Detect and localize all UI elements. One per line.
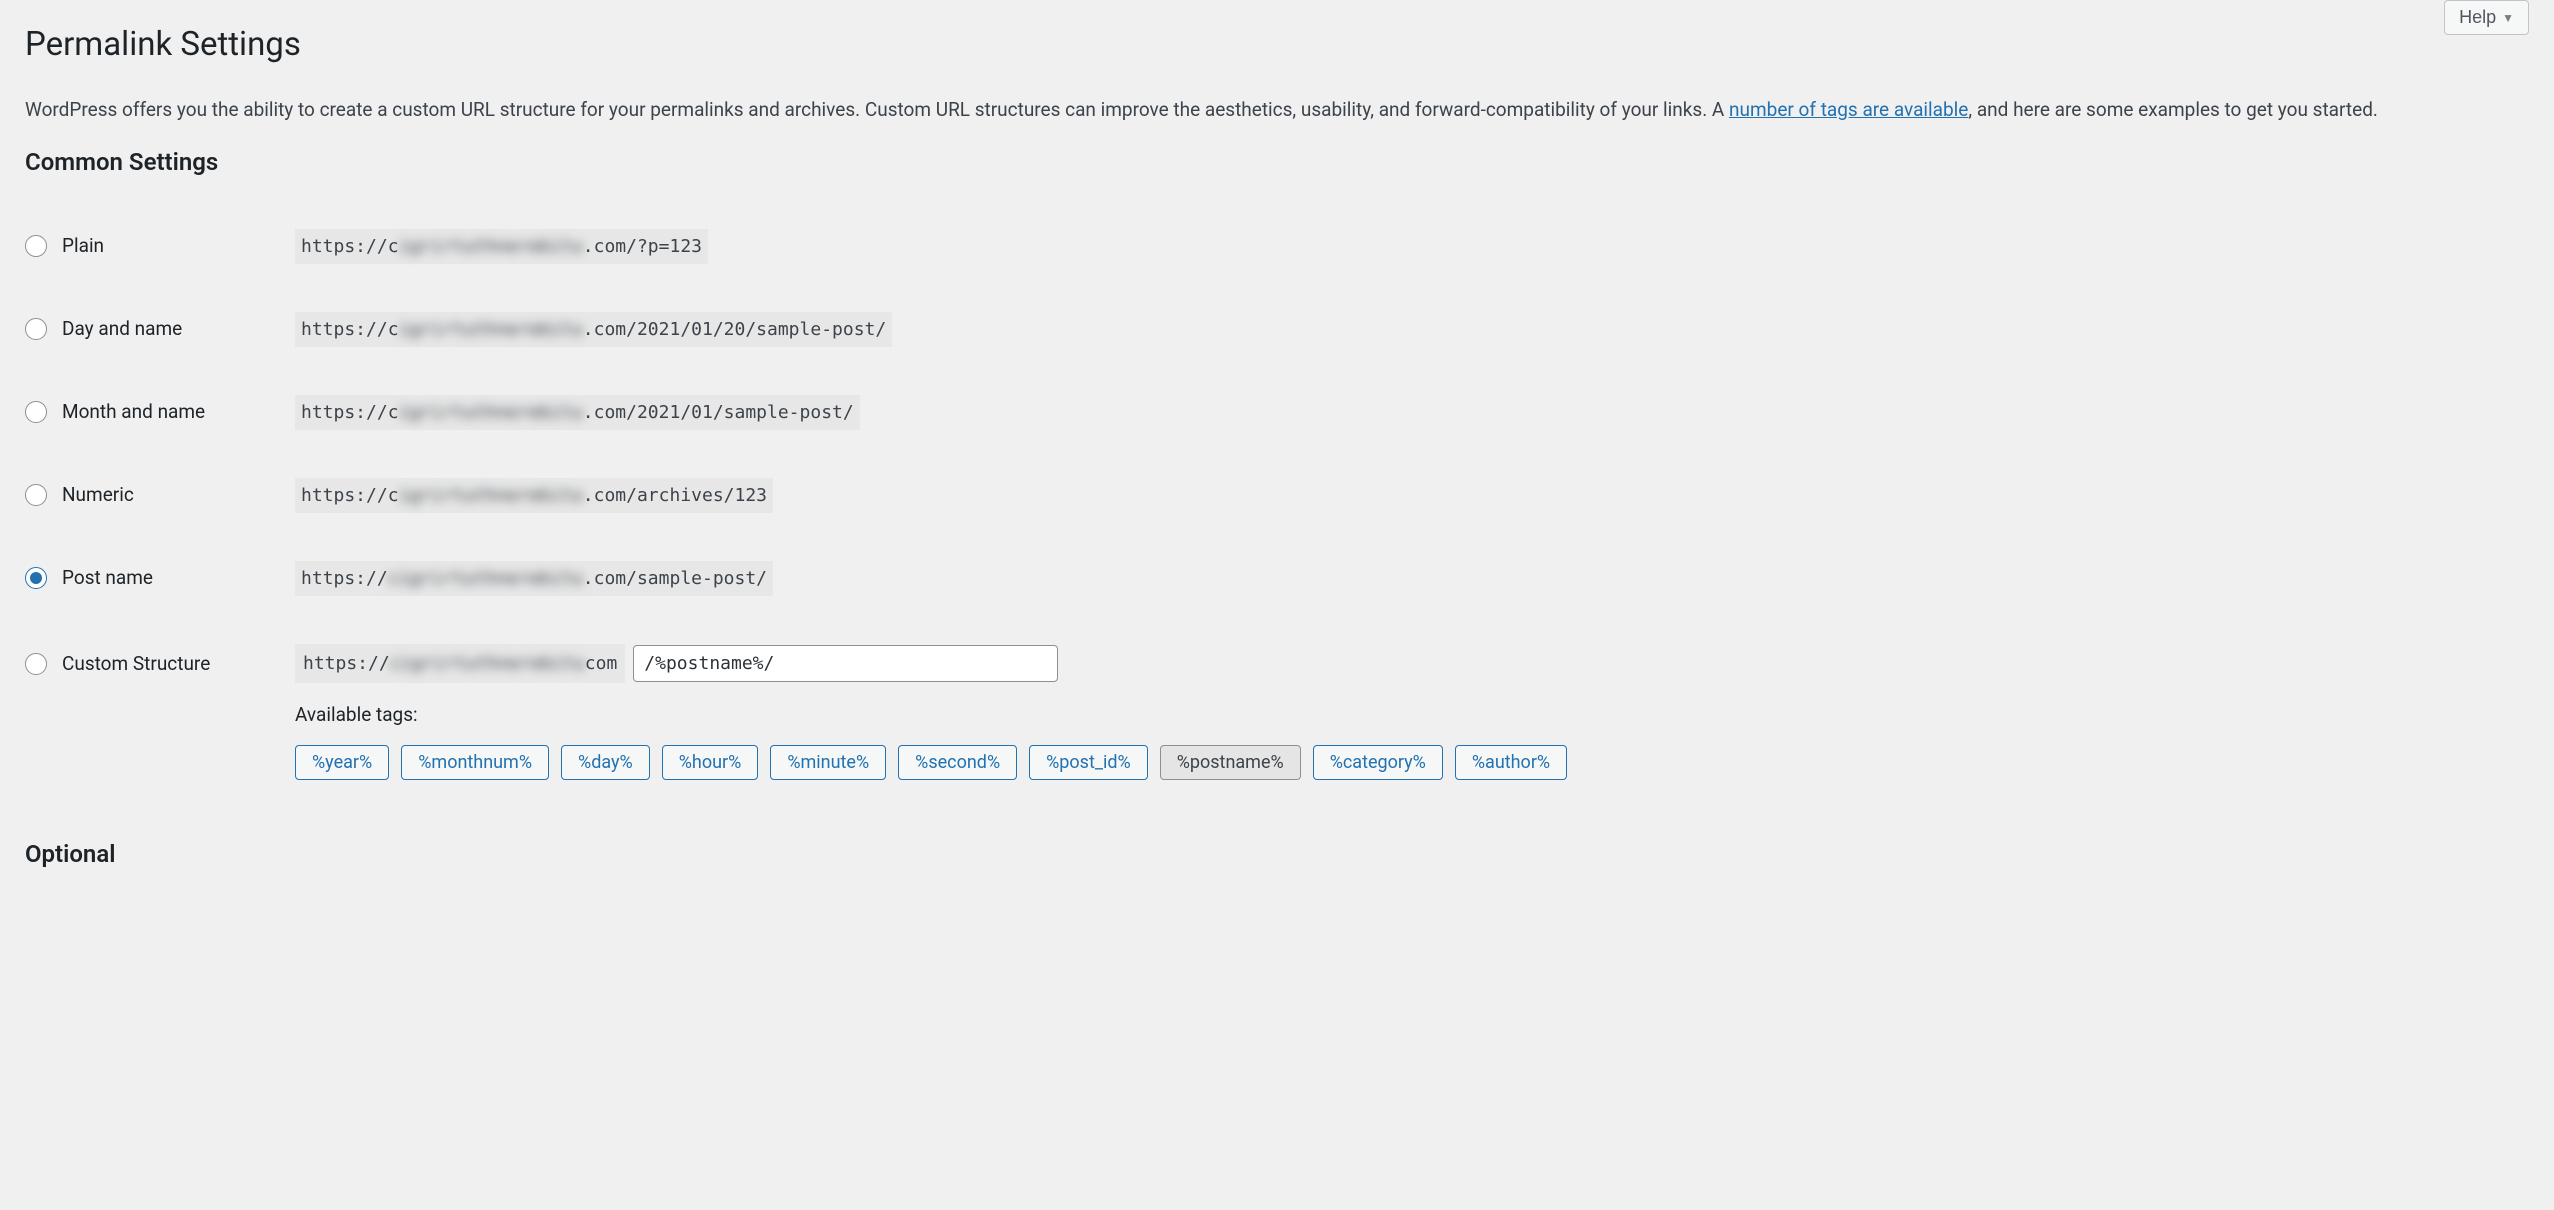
option-row-plain: Plain https://cigrirtuthnerebitu.com/?p=…	[25, 205, 2529, 288]
available-tags-label: Available tags:	[295, 701, 2529, 730]
option-row-numeric: Numeric https://cigrirtuthnerebitu.com/a…	[25, 454, 2529, 537]
page-title: Permalink Settings	[25, 20, 2529, 70]
tag-button-second[interactable]: %second%	[898, 745, 1017, 780]
example-url-plain: https://cigrirtuthnerebitu.com/?p=123	[295, 229, 708, 264]
radio-custom[interactable]	[25, 653, 47, 675]
radio-numeric[interactable]	[25, 484, 47, 506]
tag-button-minute[interactable]: %minute%	[770, 745, 886, 780]
tag-button-hour[interactable]: %hour%	[662, 745, 759, 780]
example-url-post-name: https://cigrirtuthnerebitu.com/sample-po…	[295, 561, 773, 596]
radio-label-numeric[interactable]: Numeric	[62, 481, 134, 510]
tag-button-author[interactable]: %author%	[1455, 745, 1567, 780]
radio-month-name[interactable]	[25, 401, 47, 423]
chevron-down-icon: ▼	[2502, 11, 2514, 25]
option-row-custom: Custom Structure https://cigrirtuthnereb…	[25, 620, 2529, 805]
example-url-numeric: https://cigrirtuthnerebitu.com/archives/…	[295, 478, 773, 513]
custom-structure-input[interactable]	[633, 645, 1058, 682]
option-row-month-name: Month and name https://cigrirtuthnerebit…	[25, 371, 2529, 454]
radio-post-name[interactable]	[25, 567, 47, 589]
radio-label-plain[interactable]: Plain	[62, 232, 104, 261]
example-url-month-name: https://cigrirtuthnerebitu.com/2021/01/s…	[295, 395, 860, 430]
radio-label-month-name[interactable]: Month and name	[62, 398, 205, 427]
radio-label-custom[interactable]: Custom Structure	[62, 650, 210, 679]
example-url-day-name: https://cigrirtuthnerebitu.com/2021/01/2…	[295, 312, 892, 347]
tags-container: %year% %monthnum% %day% %hour% %minute% %seco…	[295, 745, 2529, 780]
custom-base-url: https://cigrirtuthnerebitu com	[295, 644, 625, 683]
option-row-post-name: Post name https://cigrirtuthnerebitu.com…	[25, 537, 2529, 620]
intro-text: WordPress offers you the ability to crea…	[25, 95, 2529, 124]
option-row-day-name: Day and name https://cigrirtuthnerebitu.…	[25, 288, 2529, 371]
help-button[interactable]: Help ▼	[2444, 0, 2529, 35]
tag-button-category[interactable]: %category%	[1313, 745, 1443, 780]
tag-button-post_id[interactable]: %post_id%	[1029, 745, 1148, 780]
optional-heading: Optional	[25, 836, 2529, 872]
tag-button-day[interactable]: %day%	[561, 745, 650, 780]
tags-available-link[interactable]: number of tags are available	[1729, 98, 1968, 121]
tag-button-monthnum[interactable]: %monthnum%	[401, 745, 549, 780]
tag-button-year[interactable]: %year%	[295, 745, 389, 780]
radio-label-post-name[interactable]: Post name	[62, 564, 153, 593]
radio-day-name[interactable]	[25, 318, 47, 340]
radio-label-day-name[interactable]: Day and name	[62, 315, 182, 344]
common-settings-heading: Common Settings	[25, 144, 2529, 180]
tag-button-postname[interactable]: %postname%	[1160, 745, 1301, 780]
help-label: Help	[2459, 7, 2496, 28]
radio-plain[interactable]	[25, 235, 47, 257]
